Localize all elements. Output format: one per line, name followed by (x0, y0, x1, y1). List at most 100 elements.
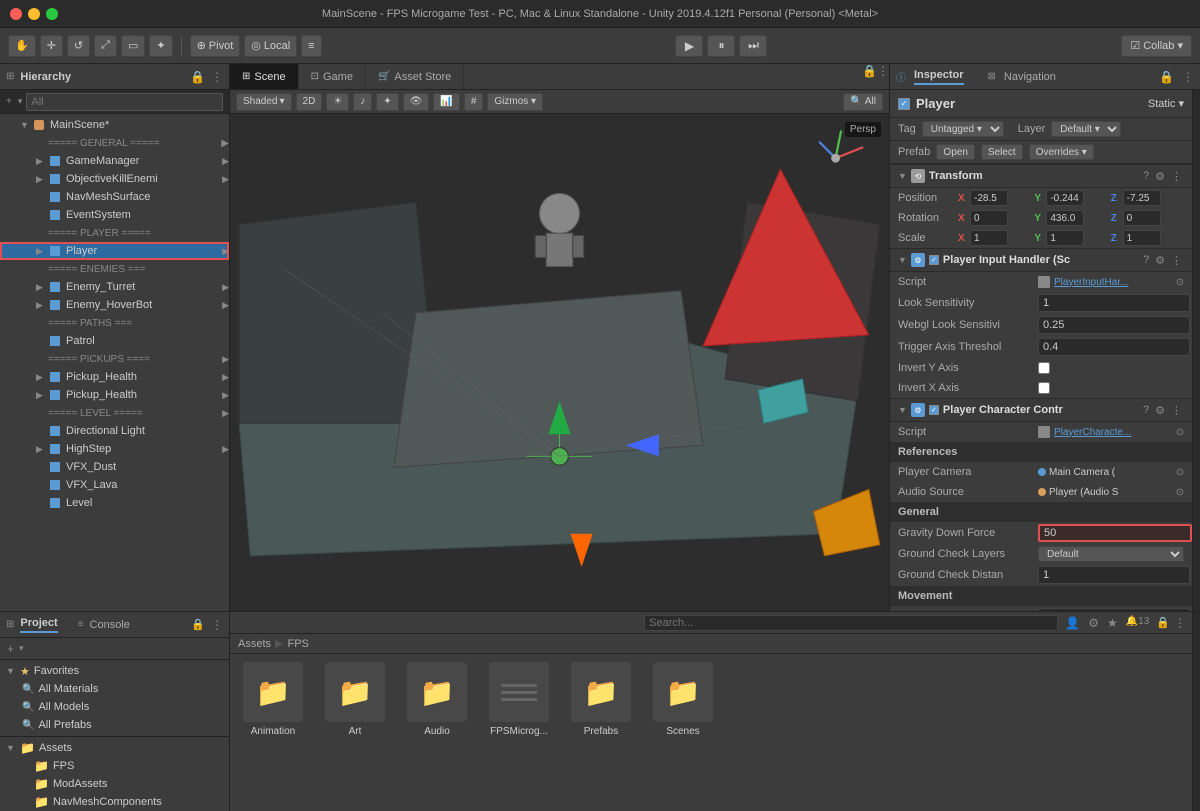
pos-y-input[interactable] (1046, 190, 1084, 206)
stats-btn[interactable]: 📊 (433, 93, 459, 111)
expand-icon[interactable]: ▶ (221, 138, 229, 149)
invert-y-checkbox[interactable] (1038, 362, 1050, 374)
hier-item-pickup2[interactable]: ▶ Pickup_Health ▶ (0, 386, 229, 404)
hierarchy-lock-icon[interactable]: 🔒 (190, 70, 205, 84)
expand-btn[interactable]: ▶ (222, 156, 229, 167)
scale-z-input[interactable] (1123, 230, 1161, 246)
invert-x-checkbox[interactable] (1038, 382, 1050, 394)
project-lock-icon[interactable]: 🔒 (191, 618, 205, 631)
hier-item-player[interactable]: ▶ Player ▶ (0, 242, 229, 260)
effects-btn[interactable]: ✦ (376, 93, 398, 111)
expand-btn[interactable]: ▶ (222, 390, 229, 401)
expand-btn[interactable]: ▶ (222, 282, 229, 293)
trigger-input[interactable] (1038, 338, 1190, 356)
play-button[interactable]: ▶ (675, 35, 703, 57)
pos-x-input[interactable] (970, 190, 1008, 206)
hierarchy-search-input[interactable] (26, 93, 223, 111)
asset-audio[interactable]: 📁 Audio (402, 662, 472, 737)
hier-item-patrol[interactable]: Patrol (0, 332, 229, 350)
gizmos-btn[interactable]: Gizmos ▾ (487, 93, 543, 111)
expand-btn[interactable]: ▶ (222, 372, 229, 383)
filter-icon[interactable]: ⚙ (1085, 615, 1102, 631)
object-name[interactable]: Player (916, 96, 1142, 111)
settings-icon[interactable]: ⚙ (1153, 170, 1167, 183)
asset-fpsmicrog[interactable]: FPSMicrog... (484, 662, 554, 737)
hier-item-level[interactable]: Level (0, 494, 229, 512)
webgl-sensitivity-input[interactable] (1038, 316, 1190, 334)
hier-item-eventsystem[interactable]: EventSystem (0, 206, 229, 224)
script-name[interactable]: PlayerInputHar... (1054, 277, 1128, 288)
pivot-btn[interactable]: ⊕ Pivot (190, 35, 241, 57)
hier-item-navmesh[interactable]: NavMeshSurface (0, 188, 229, 206)
hier-item-vfx-lava[interactable]: VFX_Lava (0, 476, 229, 494)
tree-fps[interactable]: 📁 FPS (0, 757, 229, 775)
help-icon[interactable]: ? (1141, 170, 1151, 182)
tree-assets[interactable]: ▼ 📁 Assets (0, 739, 229, 757)
help-icon[interactable]: ? (1141, 254, 1151, 266)
maximize-button[interactable] (46, 8, 58, 20)
tree-favorites[interactable]: ▼ ★ Favorites (0, 662, 229, 680)
rot-y-input[interactable] (1046, 210, 1084, 226)
player-char-active-checkbox[interactable]: ✓ (929, 405, 939, 415)
target-icon[interactable]: ⊙ (1176, 277, 1184, 288)
scene-search-btn[interactable]: 🔍 All (843, 93, 883, 111)
asset-lock-icon[interactable]: 🔒 (1156, 616, 1170, 629)
add-dropdown-icon[interactable]: ▾ (19, 643, 24, 654)
asset-animation[interactable]: 📁 Animation (238, 662, 308, 737)
dropdown-icon[interactable]: ▾ (18, 96, 23, 107)
overflow-icon[interactable]: ⋮ (1169, 254, 1184, 267)
hand-tool[interactable]: ✋ (8, 35, 36, 57)
active-checkbox[interactable]: ✓ (898, 98, 910, 110)
gravity-input[interactable] (1038, 524, 1192, 542)
expand-btn[interactable]: ▶ (222, 246, 229, 257)
pos-z-input[interactable] (1123, 190, 1161, 206)
hier-item-dirlight[interactable]: Directional Light (0, 422, 229, 440)
tree-modassets[interactable]: 📁 ModAssets (0, 775, 229, 793)
hier-item-mainscene[interactable]: ▼ MainScene* (0, 116, 229, 134)
ground-check-dist-input[interactable] (1038, 566, 1190, 584)
tree-navmesh[interactable]: 📁 NavMeshComponents (0, 793, 229, 811)
2d-toggle[interactable]: 2D (296, 93, 323, 111)
tree-all-materials[interactable]: 🔍 All Materials (0, 680, 229, 698)
rot-x-input[interactable] (970, 210, 1008, 226)
layers-btn[interactable]: ≡ (301, 35, 321, 57)
tree-all-models[interactable]: 🔍 All Models (0, 698, 229, 716)
player-char-component-header[interactable]: ▼ ⚙ ✓ Player Character Contr ? ⚙ ⋮ (890, 398, 1192, 422)
rot-z-input[interactable] (1123, 210, 1161, 226)
asset-scenes[interactable]: 📁 Scenes (648, 662, 718, 737)
player-script-name[interactable]: PlayerCharacte... (1054, 427, 1131, 438)
asset-art[interactable]: 📁 Art (320, 662, 390, 737)
project-menu-icon[interactable]: ⋮ (211, 618, 223, 632)
help-icon[interactable]: ? (1141, 404, 1151, 416)
people-icon[interactable]: 👤 (1062, 615, 1083, 631)
audio-btn[interactable]: ♪ (353, 93, 372, 111)
expand-btn[interactable]: ▶ (222, 444, 229, 455)
inspector-lock-icon[interactable]: 🔒 (1159, 70, 1174, 84)
close-button[interactable] (10, 8, 22, 20)
overrides-button[interactable]: Overrides ▾ (1029, 144, 1094, 160)
rect-tool[interactable]: ▭ (121, 35, 145, 57)
expand-btn[interactable]: ▶ (222, 174, 229, 185)
settings-icon[interactable]: ⚙ (1153, 254, 1167, 267)
tree-all-prefabs[interactable]: 🔍 All Prefabs (0, 716, 229, 734)
transform-tool[interactable]: ✦ (149, 35, 172, 57)
select-button[interactable]: Select (981, 144, 1023, 160)
step-button[interactable]: ⏭ (739, 35, 767, 57)
asset-prefabs[interactable]: 📁 Prefabs (566, 662, 636, 737)
look-sensitivity-input[interactable] (1038, 294, 1190, 312)
static-badge[interactable]: Static ▾ (1148, 97, 1184, 110)
scale-x-input[interactable] (970, 230, 1008, 246)
audio-target-icon[interactable]: ⊙ (1176, 487, 1184, 498)
add-project-btn[interactable]: + (4, 641, 17, 657)
hier-item-pickup1[interactable]: ▶ Pickup_Health ▶ (0, 368, 229, 386)
tab-project[interactable]: Project (20, 617, 57, 633)
asset-menu-icon[interactable]: ⋮ (1174, 616, 1186, 630)
scene-lock-icon[interactable]: 🔒 (862, 64, 877, 89)
expand-btn[interactable]: ▶ (222, 354, 229, 365)
tab-game[interactable]: ⊡ Game (299, 64, 366, 89)
lights-btn[interactable]: ☀ (326, 93, 349, 111)
breadcrumb-assets[interactable]: Assets (238, 638, 271, 650)
scale-tool[interactable]: ⤢ (94, 35, 117, 57)
scale-y-input[interactable] (1046, 230, 1084, 246)
scene-menu-icon[interactable]: ⋮ (877, 64, 889, 89)
